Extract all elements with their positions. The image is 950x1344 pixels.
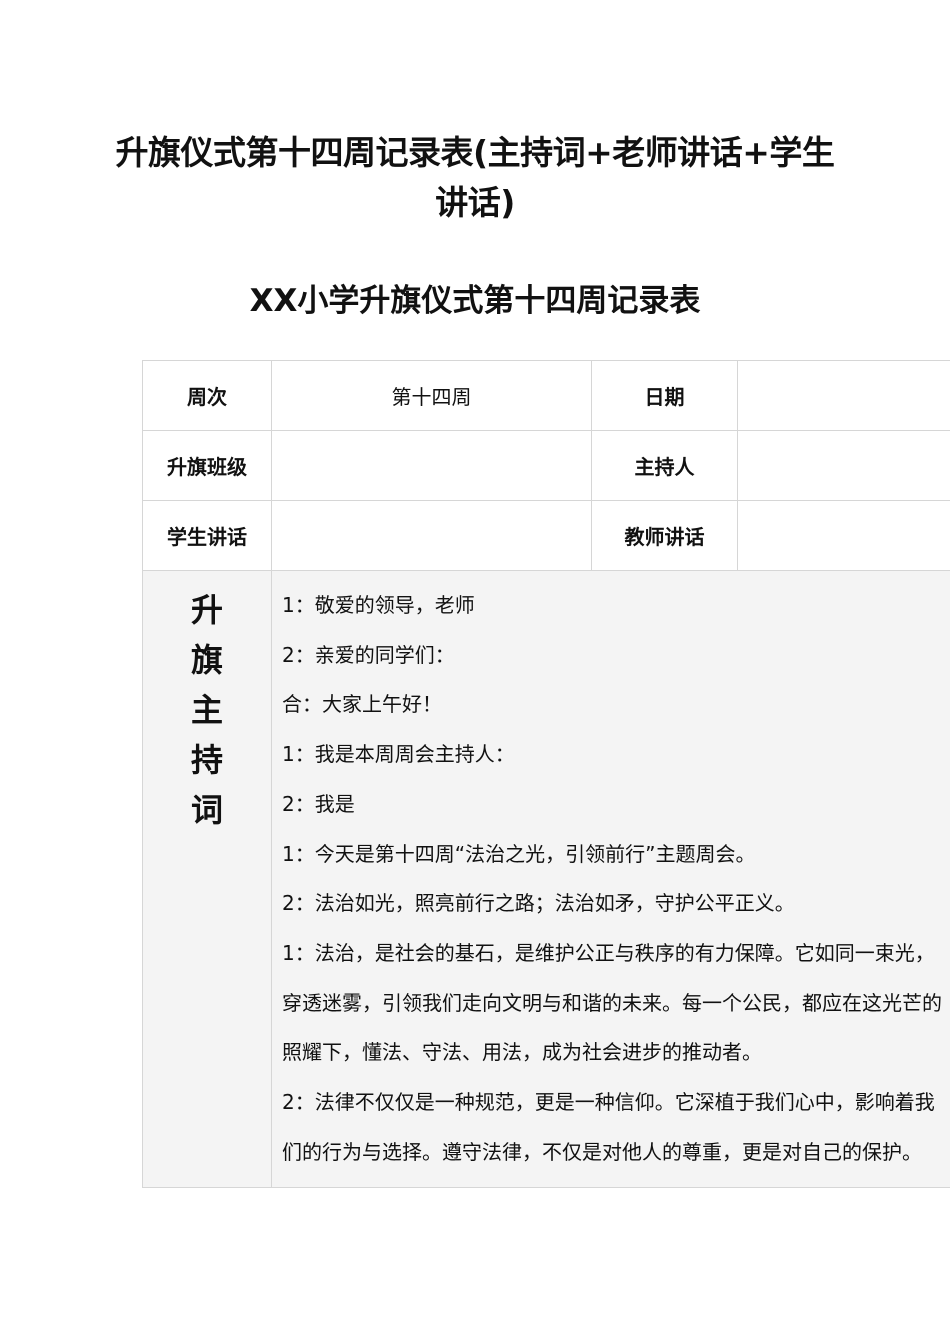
script-line: 1：敬爱的领导，老师 <box>282 593 475 617</box>
record-table: 周次 第十四周 日期 升旗班级 主持人 学生讲话 教师讲话 升旗主持词 1：敬爱… <box>142 360 950 1189</box>
teacher-speech-value <box>737 500 950 571</box>
script-line: 1：法治，是社会的基石，是维护公正与秩序的有力保障。它如同一束光， <box>282 940 935 965</box>
record-table-container: 周次 第十四周 日期 升旗班级 主持人 学生讲话 教师讲话 升旗主持词 1：敬爱… <box>142 360 950 1190</box>
host-script-label: 升旗主持词 <box>190 591 223 829</box>
script-line: 2：法律不仅仅是一种规范，更是一种信仰。它深植于我们心中，影响着我 <box>282 1090 935 1115</box>
script-line: 2：亲爱的同学们： <box>282 642 455 667</box>
class-value <box>271 430 592 501</box>
week-value: 第十四周 <box>271 360 592 431</box>
script-line: 1：今天是第十四周“法治之光，引领前行”主题周会。 <box>282 841 756 866</box>
script-line: 们的行为与选择。遵守法律，不仅是对他人的尊重，更是对自己的保护。 <box>282 1139 922 1164</box>
student-speech-label: 学生讲话 <box>142 500 272 571</box>
student-speech-value <box>271 500 592 571</box>
script-line: 1：我是本周周会主持人： <box>282 742 515 767</box>
table-title: XX小学升旗仪式第十四周记录表 <box>249 283 701 319</box>
week-label: 周次 <box>142 360 272 431</box>
table-row: 升旗主持词 1：敬爱的领导，老师 2：亲爱的同学们： 合：大家上午好！ 1：我是… <box>142 569 950 1189</box>
script-line: 照耀下，懂法、守法、用法，成为社会进步的推动者。 <box>282 1040 762 1065</box>
host-label: 主持人 <box>591 430 738 501</box>
date-value <box>737 360 950 431</box>
table-row: 升旗班级 主持人 <box>142 430 950 501</box>
host-script-content: 1：敬爱的领导，老师 2：亲爱的同学们： 合：大家上午好！ 1：我是本周周会主持… <box>271 569 950 1189</box>
teacher-speech-label: 教师讲话 <box>591 500 738 571</box>
host-value <box>737 430 950 501</box>
date-label: 日期 <box>591 360 738 431</box>
document-title: 升旗仪式第十四周记录表(主持词+老师讲话+学生讲话) <box>115 133 835 222</box>
class-label: 升旗班级 <box>142 430 272 501</box>
table-row: 学生讲话 教师讲话 <box>142 500 950 571</box>
script-line: 穿透迷雾，引领我们走向文明与和谐的未来。每一个公民，都应在这光芒的 <box>282 990 942 1015</box>
host-script-label-cell: 升旗主持词 <box>142 569 272 1189</box>
table-row: 周次 第十四周 日期 <box>142 360 950 431</box>
script-line: 合：大家上午好！ <box>282 692 442 717</box>
script-line: 2：我是 <box>282 791 355 816</box>
script-line: 2：法治如光，照亮前行之路；法治如矛，守护公平正义。 <box>282 891 795 916</box>
